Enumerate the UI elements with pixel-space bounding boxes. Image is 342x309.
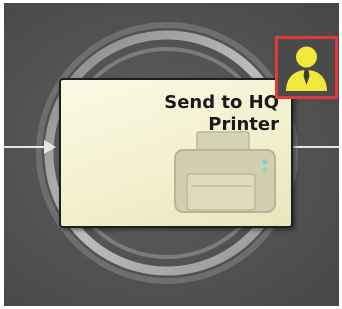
- workflow-canvas: Send to HQ Printer: [4, 3, 339, 306]
- assignee-badge[interactable]: [275, 36, 338, 99]
- node-title: Send to HQ Printer: [164, 92, 279, 135]
- screenshot-frame: Send to HQ Printer: [0, 0, 342, 309]
- printer-icon: [174, 131, 276, 213]
- user-icon: [286, 46, 327, 91]
- send-to-hq-printer-node[interactable]: Send to HQ Printer: [59, 78, 293, 228]
